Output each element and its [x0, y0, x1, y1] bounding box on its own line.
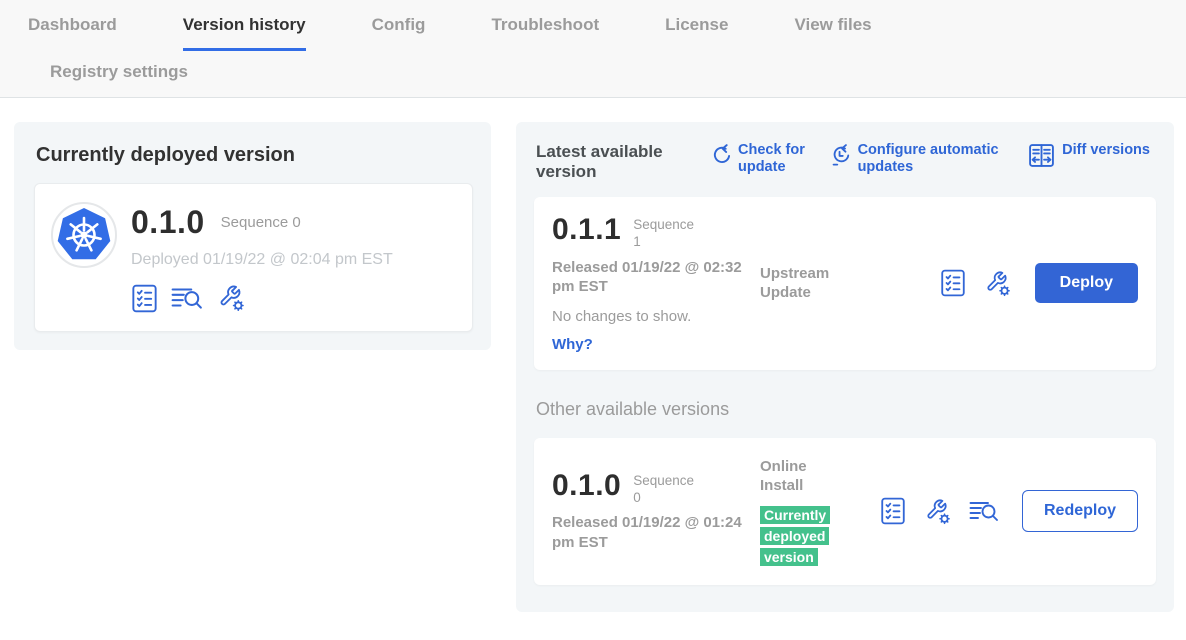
- kubernetes-logo-icon: [51, 202, 117, 268]
- edit-config-icon[interactable]: [923, 497, 952, 526]
- tab-version-history[interactable]: Version history: [183, 15, 306, 51]
- configure-automatic-updates-link[interactable]: Configure automatic updates: [829, 142, 1010, 176]
- diff-icon: [1028, 142, 1055, 169]
- check-for-update-link[interactable]: Check for update: [710, 142, 810, 176]
- latest-available-header: Latest available version Check for updat…: [534, 140, 1156, 183]
- latest-released-timestamp: Released 01/19/22 @ 02:32 pm EST: [552, 258, 744, 297]
- edit-config-icon[interactable]: [983, 269, 1012, 298]
- main-content: Currently deployed version: [0, 98, 1186, 612]
- latest-version-card: 0.1.1 Sequence 1 Released 01/19/22 @ 02:…: [534, 197, 1156, 370]
- tab-troubleshoot[interactable]: Troubleshoot: [491, 15, 599, 51]
- redeploy-button[interactable]: Redeploy: [1022, 490, 1138, 532]
- view-logs-icon[interactable]: [969, 498, 999, 524]
- top-navigation: Dashboard Version history Config Trouble…: [0, 0, 1186, 98]
- deployed-version-number: 0.1.0: [131, 204, 205, 241]
- other-install-type: Online Install Currently deployed versio…: [760, 457, 880, 568]
- deployed-sequence-label: Sequence 0: [221, 214, 301, 231]
- deployed-timestamp: Deployed 01/19/22 @ 02:04 pm EST: [131, 251, 393, 269]
- latest-version-number: 0.1.1: [552, 214, 621, 246]
- tab-view-files[interactable]: View files: [794, 15, 871, 51]
- latest-source-label: Upstream Update: [760, 264, 880, 303]
- currently-deployed-badge: Currently deployed version: [760, 505, 840, 568]
- tab-dashboard[interactable]: Dashboard: [28, 15, 117, 51]
- preflight-checklist-icon[interactable]: [880, 497, 906, 525]
- other-released-timestamp: Released 01/19/22 @ 01:24 pm EST: [552, 513, 744, 552]
- other-version-card: 0.1.0 Sequence 0 Released 01/19/22 @ 01:…: [534, 438, 1156, 585]
- other-version-number: 0.1.0: [552, 470, 621, 502]
- tab-config[interactable]: Config: [372, 15, 426, 51]
- diff-versions-link[interactable]: Diff versions: [1028, 142, 1150, 176]
- other-versions-title: Other available versions: [536, 399, 1156, 420]
- nav-row-2: Registry settings: [28, 51, 1186, 97]
- latest-available-title: Latest available version: [536, 142, 674, 183]
- latest-available-panel: Latest available version Check for updat…: [516, 122, 1174, 612]
- nav-row-1: Dashboard Version history Config Trouble…: [28, 0, 1186, 51]
- latest-sequence-label: Sequence 1: [633, 214, 705, 251]
- no-changes-note: No changes to show.: [552, 308, 760, 325]
- deploy-button[interactable]: Deploy: [1035, 263, 1138, 303]
- other-version-details: 0.1.0 Sequence 0 Released 01/19/22 @ 01:…: [552, 470, 760, 553]
- currently-deployed-panel: Currently deployed version: [14, 122, 491, 350]
- install-type-label: Online Install: [760, 457, 824, 496]
- other-sequence-label: Sequence 0: [633, 470, 705, 507]
- preflight-checklist-icon[interactable]: [131, 284, 158, 313]
- preflight-checklist-icon[interactable]: [940, 269, 966, 297]
- diff-versions-label: Diff versions: [1062, 142, 1150, 159]
- view-logs-icon[interactable]: [171, 284, 203, 312]
- tab-license[interactable]: License: [665, 15, 728, 51]
- deployed-version-details: 0.1.0 Sequence 0 Deployed 01/19/22 @ 02:…: [131, 202, 393, 313]
- currently-deployed-title: Currently deployed version: [36, 144, 473, 167]
- why-link[interactable]: Why?: [552, 336, 760, 353]
- refresh-arrow-icon: [710, 142, 731, 167]
- configure-automatic-updates-label: Configure automatic updates: [858, 142, 1010, 176]
- edit-config-icon[interactable]: [216, 283, 246, 313]
- scheduled-update-icon: [829, 142, 851, 168]
- latest-version-details: 0.1.1 Sequence 1 Released 01/19/22 @ 02:…: [552, 214, 760, 353]
- tab-registry-settings[interactable]: Registry settings: [50, 62, 188, 81]
- deployed-version-card: 0.1.0 Sequence 0 Deployed 01/19/22 @ 02:…: [34, 183, 473, 332]
- check-for-update-label: Check for update: [738, 142, 810, 176]
